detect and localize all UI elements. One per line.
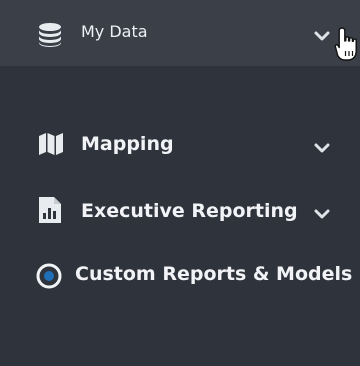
menu-item-my-data[interactable]: My Data [0, 0, 360, 66]
menu-item-label: Mapping [81, 133, 174, 155]
menu-item-mapping[interactable]: Mapping [0, 126, 360, 166]
menu-item-label: Executive Reporting [81, 200, 298, 222]
sidebar-menu: My Data Mapping Executive Reporting Cust… [0, 0, 360, 366]
chevron-down-icon[interactable] [314, 28, 330, 47]
menu-item-executive-reporting[interactable]: Executive Reporting [0, 192, 360, 232]
map-icon [38, 132, 64, 160]
hand-pointer-icon [334, 26, 360, 66]
chevron-down-icon[interactable] [314, 140, 330, 159]
report-chart-icon [38, 196, 62, 228]
database-icon [37, 22, 63, 52]
chevron-down-icon[interactable] [314, 206, 330, 225]
menu-item-label: My Data [81, 22, 148, 41]
radio-selected-icon [36, 263, 62, 293]
menu-item-label: Custom Reports & Models [75, 263, 353, 285]
menu-item-custom-reports-models[interactable]: Custom Reports & Models [0, 256, 360, 296]
